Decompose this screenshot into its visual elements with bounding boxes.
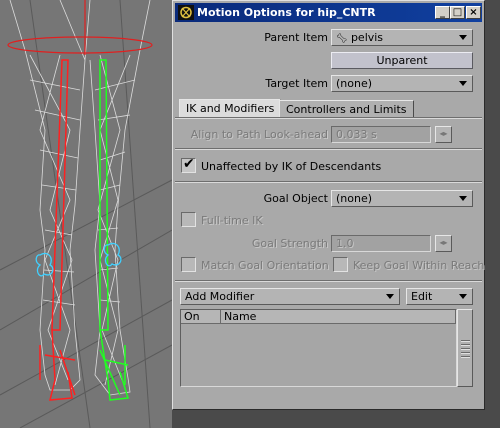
fulltime-ik-checkbox[interactable] [181,212,196,227]
add-modifier-select[interactable]: Add Modifier [180,288,400,305]
align-path-spinner[interactable]: ◂▸ [435,126,452,143]
align-path-field[interactable]: 0.033 s [331,126,431,143]
motion-options-panel: Motion Options for hip_CNTR _ □ × Parent… [172,0,485,410]
goal-strength-label: Goal Strength [251,237,328,250]
scroll-grip-icon [461,348,470,350]
match-goal-label: Match Goal Orientation [201,259,329,272]
character-legs-wireframe [0,0,172,428]
checkmark-icon: ✔ [183,156,195,172]
keep-goal-checkbox[interactable] [333,257,348,272]
maximize-button[interactable]: □ [450,6,465,19]
align-path-label: Align to Path Look-ahead [190,128,328,141]
scroll-grip-icon [461,356,470,358]
tab-divider [175,117,482,119]
chevron-down-icon [459,35,467,40]
align-path-value: 0.033 s [336,128,377,141]
tab-ik-and-modifiers[interactable]: IK and Modifiers [179,99,282,117]
parent-item-text: pelvis [350,31,384,44]
minimize-button[interactable]: _ [435,6,450,19]
modifier-list-scrollbar[interactable] [457,309,473,387]
section-divider [175,280,482,282]
goal-strength-value: 1.0 [336,237,354,250]
scroll-grip-icon [461,352,470,354]
spinner-arrows-icon: ◂▸ [439,129,448,138]
target-item-label: Target Item [265,77,328,90]
window-title: Motion Options for hip_CNTR [197,6,376,19]
scroll-grip-icon [461,340,470,342]
close-button[interactable]: × [466,6,481,19]
chevron-down-icon [386,294,394,299]
section-divider [175,181,482,183]
section-divider [175,148,482,150]
title-bar[interactable]: Motion Options for hip_CNTR _ □ × [175,3,482,22]
chevron-down-icon [459,196,467,201]
edit-select[interactable]: Edit [406,288,473,305]
tab-controllers-and-limits[interactable]: Controllers and Limits [279,100,414,118]
bone-icon: 🦴︎ [336,34,348,44]
parent-item-value: 🦴︎ pelvis [336,31,383,44]
keep-goal-label: Keep Goal Within Reach [353,259,485,272]
add-modifier-label: Add Modifier [185,290,255,303]
unaffected-ik-label: Unaffected by IK of Descendants [201,160,382,173]
target-item-value: (none) [336,77,373,90]
modifier-list[interactable]: On Name [180,309,457,387]
target-item-select[interactable]: (none) [331,75,473,92]
unaffected-ik-checkbox[interactable]: ✔ [181,156,196,173]
match-goal-checkbox[interactable] [181,257,196,272]
goal-object-value: (none) [336,192,373,205]
column-header-on[interactable]: On [181,310,221,324]
goal-object-label: Goal Object [263,192,328,205]
edit-label: Edit [411,290,433,303]
parent-item-label: Parent Item [264,31,328,44]
chevron-down-icon [459,294,467,299]
scroll-grip-icon [461,344,470,346]
lightwave-logo-icon [178,5,194,20]
parent-item-select[interactable]: 🦴︎ pelvis [331,29,473,46]
chevron-down-icon [459,81,467,86]
fulltime-ik-label: Full-time IK [201,214,263,227]
column-header-name[interactable]: Name [221,310,456,324]
viewport-3d[interactable] [0,0,172,428]
goal-strength-spinner[interactable]: ◂▸ [435,235,452,252]
spinner-arrows-icon: ◂▸ [439,238,448,247]
unparent-button[interactable]: Unparent [331,52,473,69]
goal-strength-field[interactable]: 1.0 [331,235,431,252]
goal-object-select[interactable]: (none) [331,190,473,207]
